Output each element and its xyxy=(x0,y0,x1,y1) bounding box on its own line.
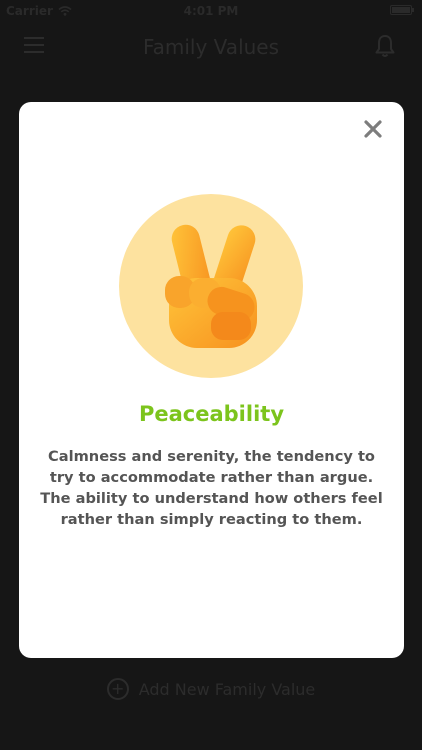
emoji-circle xyxy=(119,194,303,378)
value-detail-modal: Peaceability Calmness and serenity, the … xyxy=(19,102,404,658)
bell-icon[interactable] xyxy=(372,33,398,59)
screen: Carrier 4:01 PM Family Values + Add New … xyxy=(0,0,422,750)
add-family-value-button[interactable]: + Add New Family Value xyxy=(0,676,422,702)
status-bar: Carrier 4:01 PM xyxy=(0,0,422,22)
battery-icon xyxy=(390,5,414,15)
value-description: Calmness and serenity, the tendency to t… xyxy=(40,448,383,528)
page-title: Family Values xyxy=(142,35,280,59)
status-time: 4:01 PM xyxy=(183,4,239,18)
plus-circle-icon: + xyxy=(106,678,129,700)
close-icon[interactable] xyxy=(362,118,384,140)
add-family-value-label: Add New Family Value xyxy=(138,679,316,699)
nav-bar: Family Values xyxy=(0,22,422,70)
victory-hand-icon xyxy=(165,224,257,348)
value-title: Peaceability xyxy=(138,402,285,426)
